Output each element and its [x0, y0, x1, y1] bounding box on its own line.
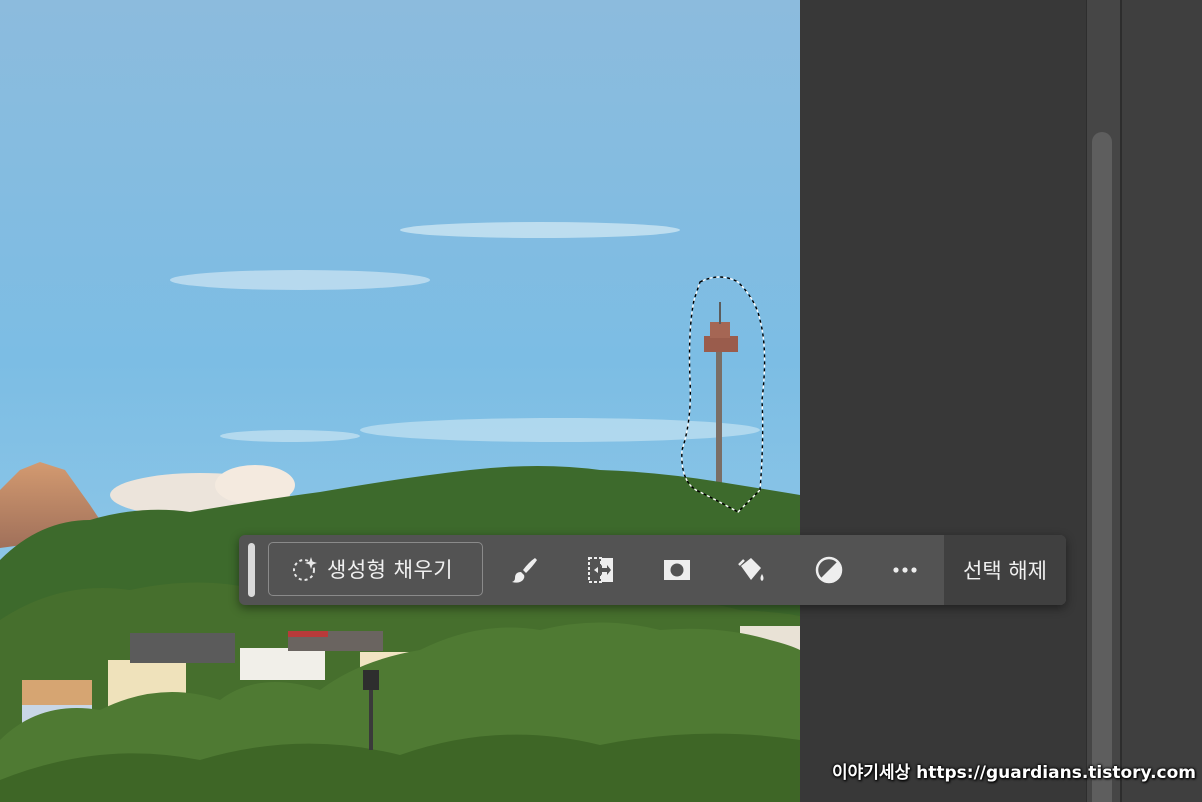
transform-selection-icon	[588, 557, 613, 583]
mask-icon	[664, 560, 690, 580]
fill-bucket-icon	[738, 558, 764, 581]
brush-tool-button[interactable]	[507, 552, 543, 588]
watermark: 이야기세상 https://guardians.tistory.com	[832, 763, 1196, 783]
image-canvas[interactable]	[0, 0, 800, 802]
transform-selection-button[interactable]	[583, 552, 619, 588]
scrollbar-thumb[interactable]	[1092, 132, 1112, 802]
brush-icon	[512, 558, 537, 583]
fill-button[interactable]	[733, 552, 769, 588]
far-right-panel	[1120, 0, 1202, 802]
sparkle-selection-icon	[291, 555, 319, 583]
generative-fill-button[interactable]: 생성형 채우기	[268, 542, 483, 596]
adjustment-icon	[815, 556, 843, 584]
deselect-button[interactable]: 선택 해제	[944, 535, 1066, 605]
generative-fill-label: 생성형 채우기	[327, 558, 454, 582]
more-icon	[893, 567, 917, 573]
taskbar-drag-handle[interactable]	[248, 543, 255, 597]
photo	[0, 0, 800, 802]
adjustment-button[interactable]	[811, 552, 847, 588]
side-panel	[800, 0, 1086, 802]
more-options-button[interactable]	[887, 552, 923, 588]
deselect-label: 선택 해제	[963, 559, 1047, 583]
mask-button[interactable]	[659, 552, 695, 588]
contextual-task-bar: 생성형 채우기 선택 해제	[239, 535, 1066, 605]
